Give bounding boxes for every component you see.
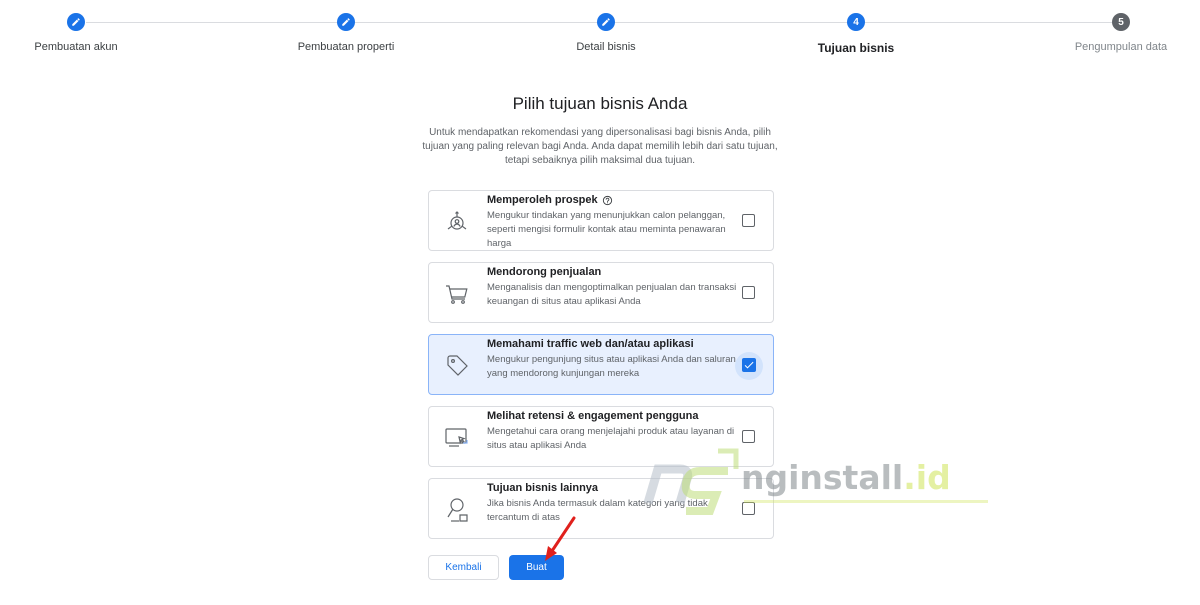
step-business-details[interactable]: Detail bisnis (526, 13, 686, 53)
option-title: Melihat retensi & engagement pengguna (487, 410, 699, 422)
step-label: Tujuan bisnis (817, 41, 895, 55)
step-label: Pembuatan akun (34, 41, 118, 53)
option-checkbox[interactable] (742, 358, 756, 372)
step-business-objectives: 4 Tujuan bisnis (776, 13, 936, 55)
option-understand-traffic[interactable]: Memahami traffic web dan/atau aplikasi M… (428, 334, 774, 395)
step-property-creation[interactable]: Pembuatan properti (266, 13, 426, 53)
step-number: 5 (1112, 13, 1130, 31)
option-drive-sales[interactable]: Mendorong penjualan Menganalisis dan men… (428, 262, 774, 323)
page-description: Untuk mendapatkan rekomendasi yang diper… (422, 127, 778, 166)
edit-pencil-icon (337, 13, 355, 31)
tag-icon (443, 351, 471, 379)
option-checkbox[interactable] (742, 286, 755, 299)
watermark-underline (744, 500, 988, 503)
option-checkbox[interactable] (742, 430, 755, 443)
option-title: Memperoleh prospek (487, 194, 613, 206)
page-title: Pilih tujuan bisnis Anda (512, 94, 688, 113)
option-checkbox[interactable] (742, 214, 755, 227)
watermark-tld: .id (903, 458, 951, 497)
back-button[interactable]: Kembali (428, 555, 499, 580)
option-title: Memahami traffic web dan/atau aplikasi (487, 338, 694, 350)
option-description: Jika bisnis Anda termasuk dalam kategori… (487, 498, 708, 523)
step-label: Detail bisnis (576, 41, 636, 53)
checkmark-icon (744, 361, 754, 369)
edit-pencil-icon (67, 13, 85, 31)
annotation-arrow-icon (545, 516, 576, 561)
magnifier-icon (443, 495, 471, 523)
option-description: Mengukur pengunjung situs atau aplikasi … (487, 354, 736, 379)
option-description: Mengetahui cara orang menjelajahi produk… (487, 426, 735, 451)
option-title: Tujuan bisnis lainnya (487, 482, 599, 494)
step-data-collection: 5 Pengumpulan data (1041, 13, 1200, 53)
step-label: Pembuatan properti (297, 41, 395, 53)
option-title: Mendorong penjualan (487, 266, 602, 278)
option-other-objectives[interactable]: Tujuan bisnis lainnya Jika bisnis Anda t… (428, 478, 774, 539)
option-description: Mengukur tindakan yang menunjukkan calon… (487, 210, 726, 249)
option-title-text: Memperoleh prospek (487, 194, 598, 206)
step-label: Pengumpulan data (1074, 41, 1168, 53)
step-account-creation[interactable]: Pembuatan akun (0, 13, 156, 53)
shopping-cart-icon (443, 279, 471, 307)
help-icon[interactable] (602, 195, 613, 206)
setup-stepper: Pembuatan akun Pembuatan properti Detail… (0, 0, 1200, 70)
step-number: 4 (847, 13, 865, 31)
option-generate-leads[interactable]: Memperoleh prospek Mengukur tindakan yan… (428, 190, 774, 251)
edit-pencil-icon (597, 13, 615, 31)
lead-target-icon (443, 207, 471, 235)
option-description: Menganalisis dan mengoptimalkan penjuala… (487, 282, 737, 307)
screen-cursor-icon (443, 423, 471, 451)
option-checkbox[interactable] (742, 502, 755, 515)
option-retention-engagement[interactable]: Melihat retensi & engagement pengguna Me… (428, 406, 774, 467)
